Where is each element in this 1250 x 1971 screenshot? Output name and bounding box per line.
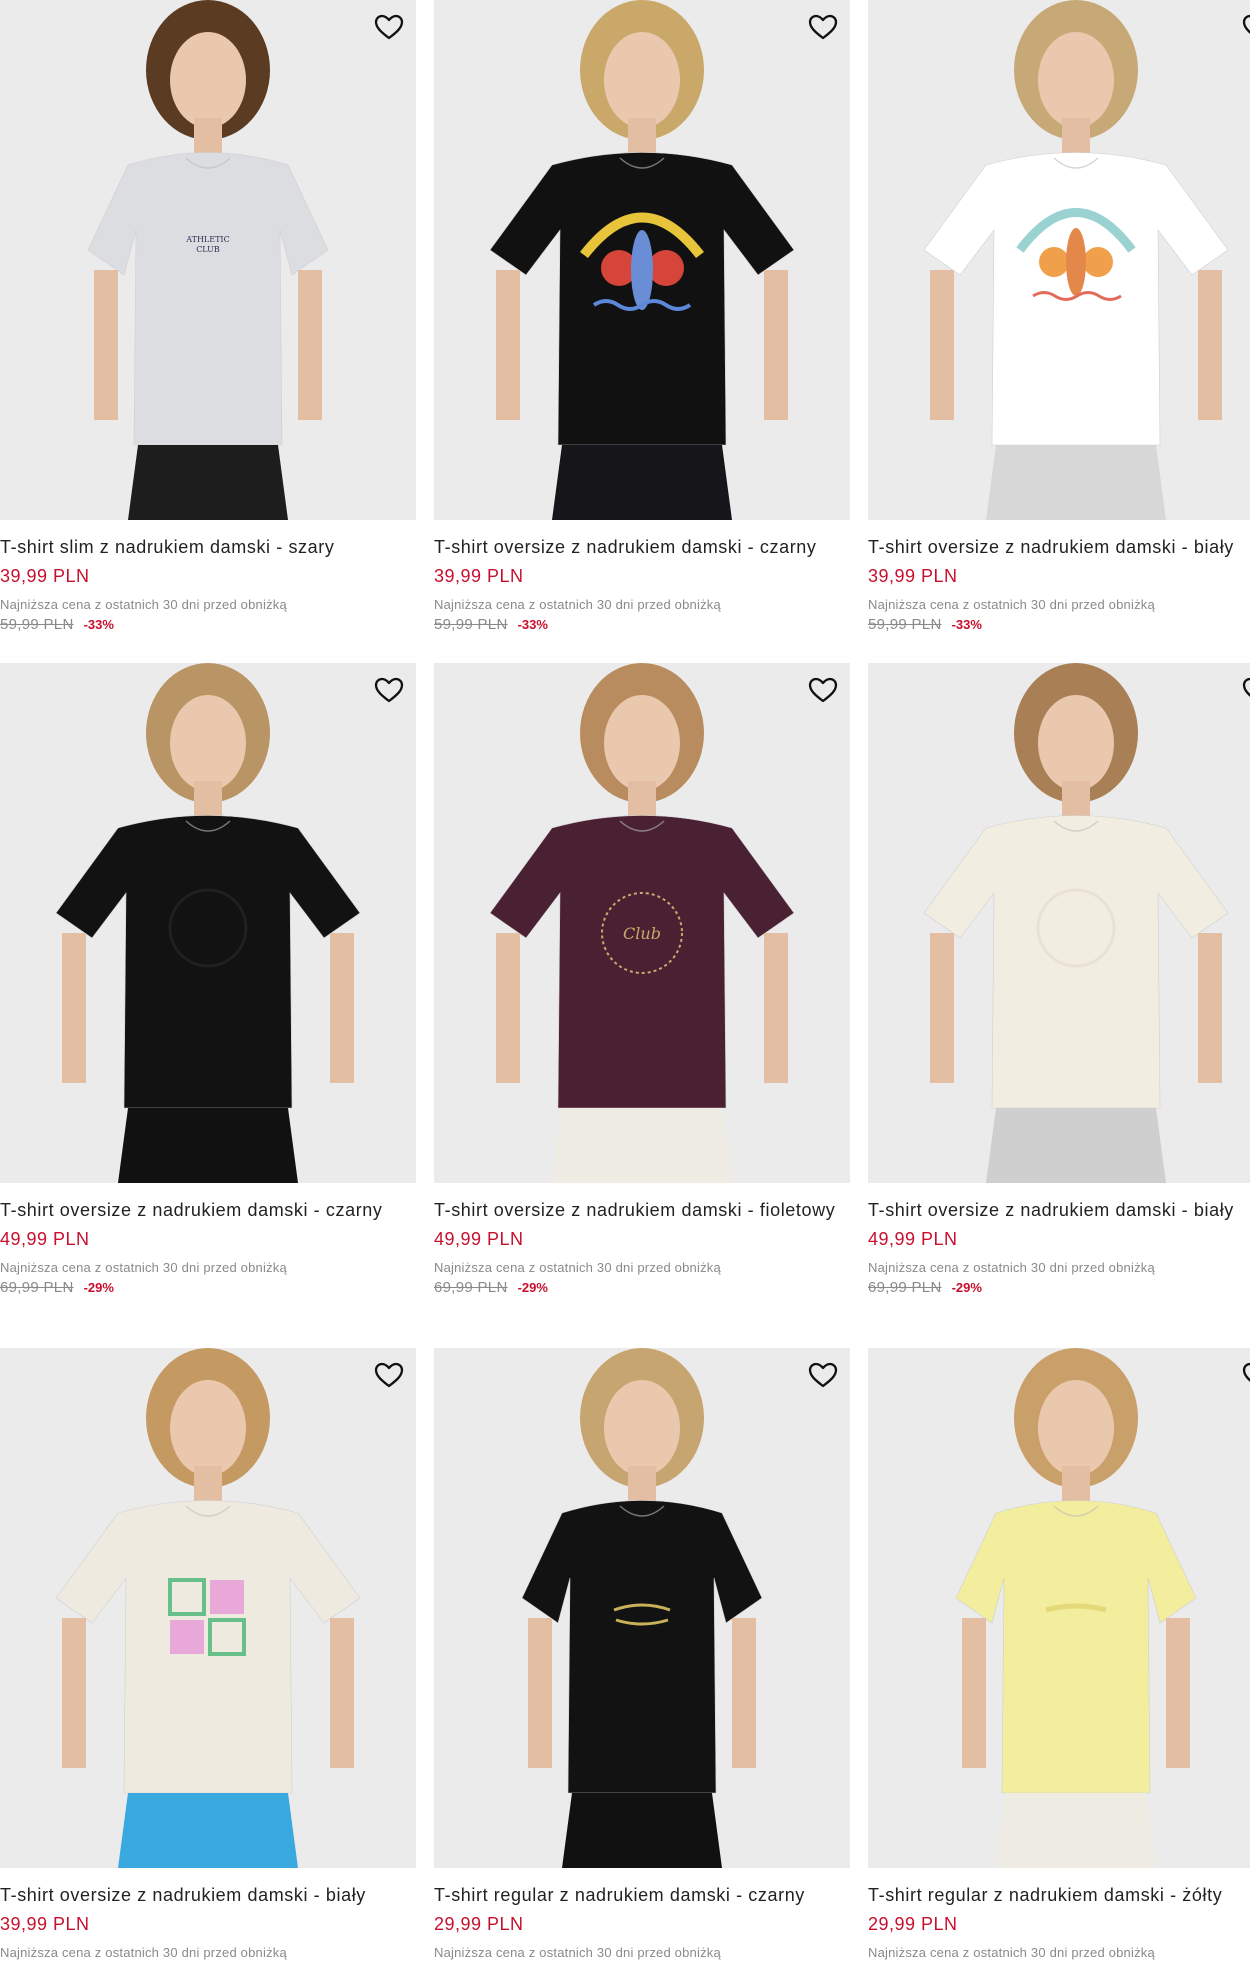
- lowest-price-note: Najniższa cena z ostatnich 30 dni przed …: [434, 1945, 721, 1960]
- wishlist-button[interactable]: [372, 1358, 406, 1392]
- product-price: 39,99 PLN: [0, 1914, 90, 1934]
- product-card[interactable]: T-shirt oversize z nadrukiem damski - cz…: [0, 663, 416, 1296]
- wishlist-button[interactable]: [806, 1358, 840, 1392]
- old-price: 59,99 PLN: [434, 616, 508, 633]
- product-photo: ATHLETIC CLUB: [0, 0, 416, 520]
- product-photo: [0, 663, 416, 1183]
- product-image[interactable]: [0, 663, 416, 1183]
- product-price: 49,99 PLN: [434, 1229, 524, 1249]
- lowest-price-note: Najniższa cena z ostatnich 30 dni przed …: [434, 1260, 721, 1275]
- heart-outline-icon: [374, 677, 404, 703]
- product-price: 39,99 PLN: [434, 566, 524, 586]
- heart-outline-icon: [1242, 1362, 1250, 1382]
- product-photo: [868, 1348, 1250, 1868]
- product-price: 49,99 PLN: [0, 1229, 90, 1249]
- old-price-row: 59,99 PLN -33%: [434, 616, 850, 633]
- old-price-row: 69,99 PLN -29%: [868, 1279, 1250, 1296]
- product-image[interactable]: [434, 0, 850, 520]
- old-price-row: 59,99 PLN -33%: [868, 616, 1250, 633]
- discount-badge: -29%: [517, 1280, 548, 1295]
- lowest-price-note: Najniższa cena z ostatnich 30 dni przed …: [868, 597, 1155, 612]
- discount-badge: -33%: [83, 617, 114, 632]
- old-price: 59,99 PLN: [868, 616, 942, 633]
- product-image[interactable]: [868, 663, 1250, 1183]
- wishlist-button[interactable]: [1240, 1358, 1250, 1392]
- old-price: 69,99 PLN: [434, 1279, 508, 1296]
- product-title[interactable]: T-shirt oversize z nadrukiem damski - bi…: [868, 1199, 1250, 1221]
- lowest-price-note: Najniższa cena z ostatnich 30 dni przed …: [0, 597, 287, 612]
- product-price: 49,99 PLN: [868, 1229, 958, 1249]
- product-image[interactable]: [434, 1348, 850, 1868]
- product-image[interactable]: [0, 1348, 416, 1868]
- lowest-price-note: Najniższa cena z ostatnich 30 dni przed …: [868, 1945, 1155, 1960]
- old-price-row: 59,99 PLN -33%: [0, 616, 416, 633]
- wishlist-button[interactable]: [806, 673, 840, 707]
- product-card[interactable]: T-shirt oversize z nadrukiem damski - bi…: [0, 1348, 416, 1960]
- product-title[interactable]: T-shirt oversize z nadrukiem damski - bi…: [868, 536, 1250, 558]
- discount-badge: -33%: [517, 617, 548, 632]
- wishlist-button[interactable]: [372, 673, 406, 707]
- product-title[interactable]: T-shirt slim z nadrukiem damski - szary: [0, 536, 416, 558]
- product-card[interactable]: T-shirt regular z nadrukiem damski - cza…: [434, 1348, 850, 1960]
- product-image[interactable]: ATHLETIC CLUB: [0, 0, 416, 520]
- wishlist-button[interactable]: [806, 10, 840, 44]
- svg-text:CLUB: CLUB: [196, 245, 220, 254]
- product-price: 29,99 PLN: [868, 1914, 958, 1934]
- discount-badge: -33%: [951, 617, 982, 632]
- product-image[interactable]: [868, 1348, 1250, 1868]
- product-card[interactable]: T-shirt oversize z nadrukiem damski - bi…: [868, 0, 1250, 633]
- discount-badge: -29%: [83, 1280, 114, 1295]
- product-photo: [868, 0, 1250, 520]
- product-card[interactable]: T-shirt regular z nadrukiem damski - żół…: [868, 1348, 1250, 1960]
- old-price-row: 69,99 PLN -29%: [434, 1279, 850, 1296]
- product-grid: ATHLETIC CLUB T-shirt slim z nadrukiem d…: [0, 0, 1250, 1971]
- svg-text:ATHLETIC: ATHLETIC: [185, 235, 229, 244]
- product-photo: [868, 663, 1250, 1183]
- product-card[interactable]: T-shirt oversize z nadrukiem damski - cz…: [434, 0, 850, 633]
- heart-outline-icon: [808, 1362, 838, 1388]
- product-title[interactable]: T-shirt oversize z nadrukiem damski - cz…: [0, 1199, 416, 1221]
- product-photo: [0, 1348, 416, 1868]
- old-price: 69,99 PLN: [0, 1279, 74, 1296]
- heart-outline-icon: [374, 14, 404, 40]
- product-photo: [434, 1348, 850, 1868]
- product-title[interactable]: T-shirt oversize z nadrukiem damski - fi…: [434, 1199, 850, 1221]
- lowest-price-note: Najniższa cena z ostatnich 30 dni przed …: [434, 597, 721, 612]
- discount-badge: -29%: [951, 1280, 982, 1295]
- heart-outline-icon: [808, 677, 838, 703]
- product-title[interactable]: T-shirt oversize z nadrukiem damski - bi…: [0, 1884, 416, 1906]
- heart-outline-icon: [1242, 14, 1250, 34]
- heart-outline-icon: [374, 1362, 404, 1388]
- svg-text:Club: Club: [623, 924, 661, 943]
- wishlist-button[interactable]: [372, 10, 406, 44]
- lowest-price-note: Najniższa cena z ostatnich 30 dni przed …: [0, 1260, 287, 1275]
- product-price: 29,99 PLN: [434, 1914, 524, 1934]
- old-price: 69,99 PLN: [868, 1279, 942, 1296]
- product-photo: Club: [434, 663, 850, 1183]
- product-title[interactable]: T-shirt oversize z nadrukiem damski - cz…: [434, 536, 850, 558]
- product-image[interactable]: [868, 0, 1250, 520]
- heart-outline-icon: [808, 14, 838, 40]
- product-price: 39,99 PLN: [0, 566, 90, 586]
- lowest-price-note: Najniższa cena z ostatnich 30 dni przed …: [868, 1260, 1155, 1275]
- product-card[interactable]: Club T-shirt oversize z nadrukiem damski…: [434, 663, 850, 1296]
- heart-outline-icon: [1242, 677, 1250, 697]
- product-title[interactable]: T-shirt regular z nadrukiem damski - cza…: [434, 1884, 850, 1906]
- old-price-row: 69,99 PLN -29%: [0, 1279, 416, 1296]
- product-card[interactable]: ATHLETIC CLUB T-shirt slim z nadrukiem d…: [0, 0, 416, 633]
- wishlist-button[interactable]: [1240, 10, 1250, 44]
- old-price: 59,99 PLN: [0, 616, 74, 633]
- product-card[interactable]: T-shirt oversize z nadrukiem damski - bi…: [868, 663, 1250, 1296]
- product-title[interactable]: T-shirt regular z nadrukiem damski - żół…: [868, 1884, 1250, 1906]
- lowest-price-note: Najniższa cena z ostatnich 30 dni przed …: [0, 1945, 287, 1960]
- product-price: 39,99 PLN: [868, 566, 958, 586]
- product-photo: [434, 0, 850, 520]
- wishlist-button[interactable]: [1240, 673, 1250, 707]
- product-image[interactable]: Club: [434, 663, 850, 1183]
